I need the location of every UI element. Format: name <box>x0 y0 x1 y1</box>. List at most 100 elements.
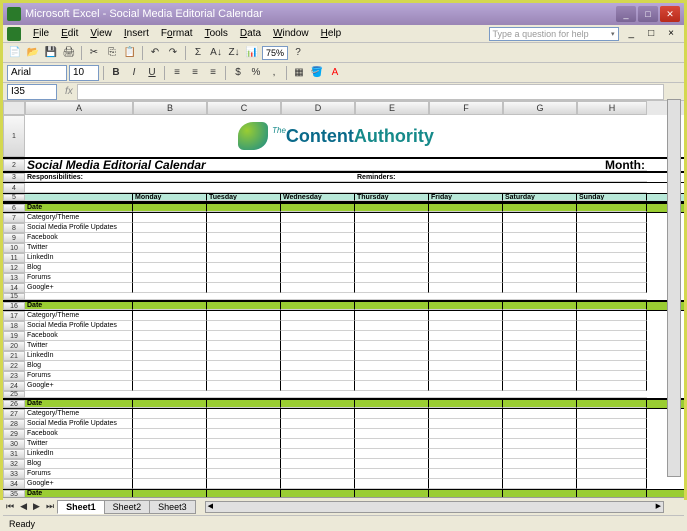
cell[interactable] <box>355 361 429 371</box>
row-header[interactable]: 31 <box>3 449 25 459</box>
reminders-cell[interactable]: Reminders: <box>355 173 647 182</box>
cell[interactable] <box>355 409 429 419</box>
cell[interactable] <box>503 381 577 391</box>
row-header[interactable]: 24 <box>3 381 25 391</box>
cell[interactable] <box>133 469 207 479</box>
cell[interactable] <box>133 204 207 212</box>
cell[interactable] <box>577 341 647 351</box>
paste-icon[interactable]: 📋 <box>122 45 138 61</box>
cell[interactable] <box>25 293 133 300</box>
cell[interactable] <box>207 400 281 408</box>
row-header[interactable]: 16 <box>3 302 25 310</box>
cell[interactable] <box>577 263 647 273</box>
cell[interactable] <box>133 371 207 381</box>
cell[interactable] <box>281 293 355 300</box>
cell[interactable] <box>207 351 281 361</box>
cell[interactable] <box>133 429 207 439</box>
cell[interactable] <box>577 321 647 331</box>
align-right-icon[interactable]: ≡ <box>205 65 221 81</box>
app-menu-icon[interactable] <box>7 27 21 41</box>
cell[interactable] <box>429 409 503 419</box>
cell[interactable] <box>281 351 355 361</box>
cell[interactable] <box>577 311 647 321</box>
cell[interactable] <box>281 479 355 489</box>
chart-icon[interactable]: 📊 <box>244 45 260 61</box>
cell[interactable]: Facebook <box>25 331 133 341</box>
cell[interactable] <box>503 371 577 381</box>
cell[interactable]: LinkedIn <box>25 351 133 361</box>
cell[interactable] <box>429 293 503 300</box>
cell[interactable]: Blog <box>25 263 133 273</box>
row-header[interactable]: 35 <box>3 490 25 497</box>
cell[interactable] <box>281 409 355 419</box>
cell[interactable] <box>281 273 355 283</box>
cell[interactable] <box>355 391 429 398</box>
italic-icon[interactable]: I <box>126 65 142 81</box>
cell[interactable] <box>281 302 355 310</box>
cell[interactable] <box>503 302 577 310</box>
cell[interactable] <box>577 253 647 263</box>
cell[interactable] <box>355 283 429 293</box>
cell[interactable] <box>207 204 281 212</box>
font-color-icon[interactable]: A <box>327 65 343 81</box>
cell[interactable] <box>133 439 207 449</box>
cell[interactable] <box>133 381 207 391</box>
cell[interactable] <box>503 223 577 233</box>
fx-icon[interactable]: fx <box>65 86 73 97</box>
day-wednesday[interactable]: Wednesday <box>281 194 355 201</box>
help-icon[interactable]: ? <box>290 45 306 61</box>
row-header[interactable]: 18 <box>3 321 25 331</box>
cell[interactable] <box>429 479 503 489</box>
cell[interactable] <box>429 429 503 439</box>
cell[interactable] <box>133 459 207 469</box>
cell[interactable] <box>577 361 647 371</box>
row-header[interactable]: 8 <box>3 223 25 233</box>
cell[interactable] <box>503 490 577 497</box>
cell[interactable] <box>355 233 429 243</box>
cell[interactable] <box>133 419 207 429</box>
font-size-box[interactable]: 10 <box>69 65 99 81</box>
row-header[interactable]: 23 <box>3 371 25 381</box>
cell[interactable] <box>25 183 647 193</box>
cell[interactable] <box>355 449 429 459</box>
cell[interactable] <box>355 243 429 253</box>
copy-icon[interactable]: ⎘ <box>104 45 120 61</box>
menu-file[interactable]: FFileile <box>27 28 55 39</box>
title-cell[interactable]: Social Media Editorial Calendar <box>25 159 425 171</box>
cell[interactable] <box>207 391 281 398</box>
row-header[interactable]: 26 <box>3 400 25 408</box>
cell[interactable] <box>207 469 281 479</box>
cell[interactable]: Facebook <box>25 233 133 243</box>
cell[interactable]: Google+ <box>25 381 133 391</box>
cell[interactable] <box>577 400 647 408</box>
cell[interactable] <box>133 233 207 243</box>
cell[interactable] <box>577 381 647 391</box>
first-sheet-icon[interactable]: ⏮ <box>3 501 17 512</box>
cell[interactable] <box>429 449 503 459</box>
minimize-button[interactable]: _ <box>616 6 636 22</box>
cell[interactable] <box>577 459 647 469</box>
day-tuesday[interactable]: Tuesday <box>207 194 281 201</box>
cell[interactable] <box>429 331 503 341</box>
menu-view[interactable]: View <box>84 28 118 39</box>
cell[interactable] <box>429 263 503 273</box>
cell[interactable] <box>207 439 281 449</box>
cell[interactable]: Date <box>25 302 133 310</box>
cell[interactable] <box>503 351 577 361</box>
cell[interactable] <box>355 331 429 341</box>
menu-insert[interactable]: Insert <box>118 28 155 39</box>
cell[interactable]: Date <box>25 490 133 497</box>
cell[interactable]: Date <box>25 204 133 212</box>
cell[interactable] <box>207 409 281 419</box>
cell[interactable]: Twitter <box>25 341 133 351</box>
cell[interactable] <box>133 321 207 331</box>
help-search-box[interactable]: Type a question for help <box>489 27 619 41</box>
cell[interactable] <box>133 490 207 497</box>
cell[interactable]: Blog <box>25 459 133 469</box>
cell[interactable] <box>577 409 647 419</box>
cell[interactable] <box>577 331 647 341</box>
cell[interactable] <box>281 341 355 351</box>
cell[interactable] <box>207 243 281 253</box>
row-header[interactable]: 29 <box>3 429 25 439</box>
cell[interactable] <box>207 311 281 321</box>
